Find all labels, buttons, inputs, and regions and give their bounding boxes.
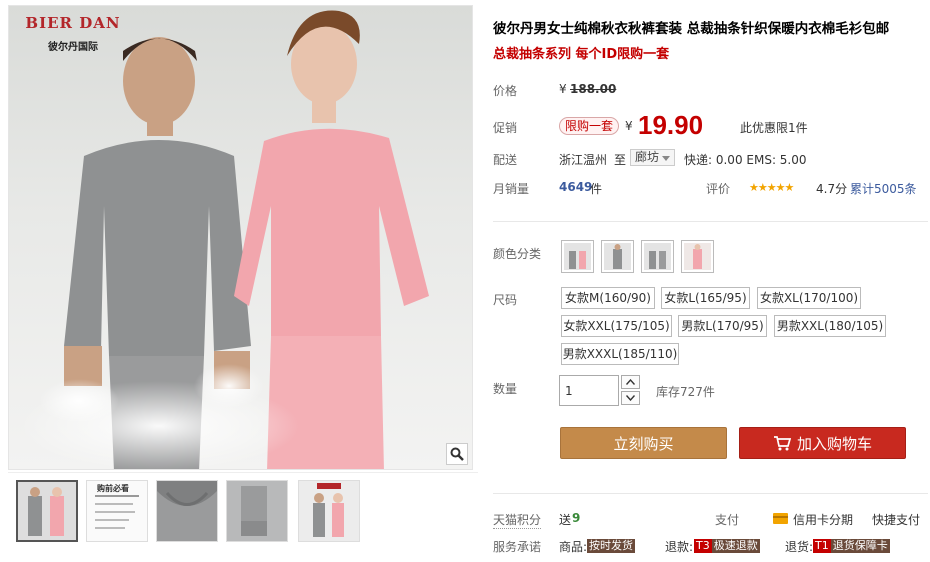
buy-now-button[interactable]: 立刻购买 (560, 427, 727, 459)
product-subtitle: 总裁抽条系列 每个ID限购一套 (493, 47, 670, 62)
quantity-decrease-button[interactable] (621, 391, 640, 405)
divider (493, 221, 928, 222)
monthly-sales-label: 月销量 (493, 182, 530, 196)
service-promise-label: 服务承诺 (493, 540, 542, 554)
size-option[interactable]: 女款XL(170/100) (757, 287, 861, 309)
thumb-cuff-detail[interactable] (226, 480, 288, 542)
chevron-down-icon (626, 395, 635, 401)
region-select[interactable]: 廊坊 (630, 149, 675, 166)
tmall-points-label[interactable]: 天猫积分 (493, 511, 542, 529)
refund-badge: T3 极速退款 (694, 539, 760, 553)
cart-icon (773, 436, 791, 451)
brand-logo: BIER DAN 彼尔丹国际 (23, 14, 123, 53)
points-prefix: 送 (559, 513, 572, 527)
main-product-image[interactable]: BIER DAN 彼尔丹国际 (8, 5, 473, 470)
rating-stars: ★★★★★ (749, 181, 794, 194)
promo-currency: ¥ (625, 119, 633, 133)
goods-label: 商品: (559, 540, 588, 554)
monthly-sales-unit: 件 (590, 182, 603, 196)
region-select-value: 廊坊 (635, 150, 660, 164)
quick-pay-text: 快捷支付 (872, 513, 921, 527)
chevron-up-icon (626, 379, 635, 385)
promo-note: 此优惠限1件 (740, 121, 808, 135)
color-option-grey-pink[interactable] (641, 240, 674, 273)
brand-cn-name: 彼尔丹国际 (48, 42, 98, 53)
add-to-cart-button[interactable]: 加入购物车 (739, 427, 906, 459)
color-option-grey[interactable] (601, 240, 634, 273)
review-count-link[interactable]: 累计5005条 (850, 180, 917, 197)
thumbnail-strip: 购前必看 (8, 472, 478, 552)
shipping-label: 配送 (493, 153, 518, 167)
size-label: 尺码 (493, 293, 518, 307)
points-value: 9 (572, 511, 581, 525)
product-photo (19, 10, 429, 469)
color-option-pink-grey[interactable] (561, 240, 594, 273)
divider (493, 493, 928, 494)
quantity-input[interactable] (559, 375, 619, 406)
promo-price: 19.90 (638, 110, 704, 140)
refund-label: 退款: (665, 540, 694, 554)
add-to-cart-label: 加入购物车 (796, 434, 872, 453)
brand-logo-text: BIER DAN (25, 14, 121, 32)
credit-installment-text: 信用卡分期 (793, 513, 854, 527)
quantity-label: 数量 (493, 382, 518, 396)
price-label: 价格 (493, 84, 518, 98)
magnifier-icon[interactable] (446, 443, 468, 465)
promo-limit-tag: 限购一套 (559, 117, 620, 135)
thumb-size-guide[interactable]: 购前必看 (86, 480, 148, 542)
thumb-couple-brand[interactable] (298, 480, 360, 542)
size-option[interactable]: 男款XXL(180/105) (774, 315, 886, 337)
promo-label: 促销 (493, 121, 518, 135)
product-title: 彼尔丹男女士纯棉秋衣秋裤套装 总裁抽条针织保暖内衣棉毛衫包邮 (493, 21, 890, 37)
size-option[interactable]: 女款XXL(175/105) (561, 315, 672, 337)
original-price: 188.00 (570, 82, 617, 96)
stock-text: 库存727件 (656, 385, 715, 399)
shipping-fee: 快递: 0.00 EMS: 5.00 (684, 153, 807, 167)
credit-card-icon (773, 513, 788, 524)
size-guide-title: 购前必看 (97, 484, 129, 493)
thumb-couple-front[interactable] (16, 480, 78, 542)
return-label: 退货: (785, 540, 814, 554)
size-option[interactable]: 男款XXXL(185/110) (561, 343, 679, 365)
color-label: 颜色分类 (493, 247, 542, 261)
size-option[interactable]: 女款L(165/95) (661, 287, 750, 309)
thumb-collar-detail[interactable] (156, 480, 218, 542)
quantity-increase-button[interactable] (621, 375, 640, 389)
rating-label: 评价 (706, 182, 731, 196)
buy-now-label: 立刻购买 (613, 434, 674, 453)
ship-from: 浙江温州 (559, 153, 608, 167)
size-option[interactable]: 女款M(160/90) (561, 287, 655, 309)
ship-on-time-badge: 按时发货 (587, 539, 635, 553)
monthly-sales-count: 4649 (559, 180, 593, 194)
size-option[interactable]: 男款L(170/95) (678, 315, 767, 337)
return-badge: T1 退货保障卡 (813, 539, 890, 553)
rating-score: 4.7分 (816, 182, 848, 196)
payment-label: 支付 (715, 513, 740, 527)
color-option-pink[interactable] (681, 240, 714, 273)
chevron-down-icon (662, 156, 670, 161)
price-currency: ¥ (559, 82, 567, 96)
ship-to-word: 至 (614, 153, 627, 167)
